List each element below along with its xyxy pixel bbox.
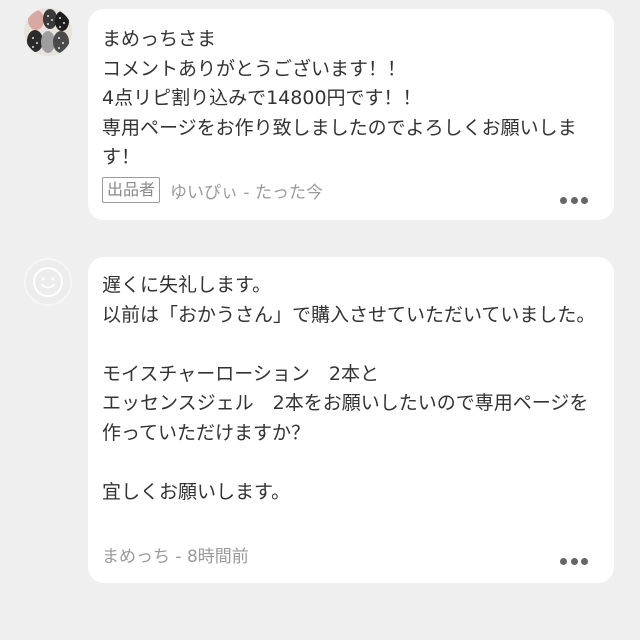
patterned-avatar-icon [24,8,72,56]
comment-text: 遅くに失礼します。 以前は「おかうさん」で購入させていただいていました。 モイス… [102,274,596,503]
comment-bubble: 遅くに失礼します。 以前は「おかうさん」で購入させていただいていました。 モイス… [88,257,614,583]
buyer-avatar[interactable] [24,258,72,306]
comment-author-time[interactable]: ゆいぴぃ - たった今 [170,178,323,203]
comment-author-time[interactable]: まめっち - 8時間前 [102,542,249,567]
comment-text: まめっちさま コメントありがとうございます！！ 4点リピ割り込みで14800円で… [102,28,577,168]
default-face-avatar-icon [33,267,63,297]
comment-meta: 出品者 ゆいぴぃ - たった今 [102,177,323,203]
seller-avatar[interactable] [24,8,72,56]
comment-meta: まめっち - 8時間前 [102,542,249,567]
more-options-icon[interactable] [560,557,588,565]
more-options-icon[interactable] [560,196,588,204]
seller-badge: 出品者 [102,177,161,203]
comment-bubble: まめっちさま コメントありがとうございます！！ 4点リピ割り込みで14800円で… [88,9,614,220]
